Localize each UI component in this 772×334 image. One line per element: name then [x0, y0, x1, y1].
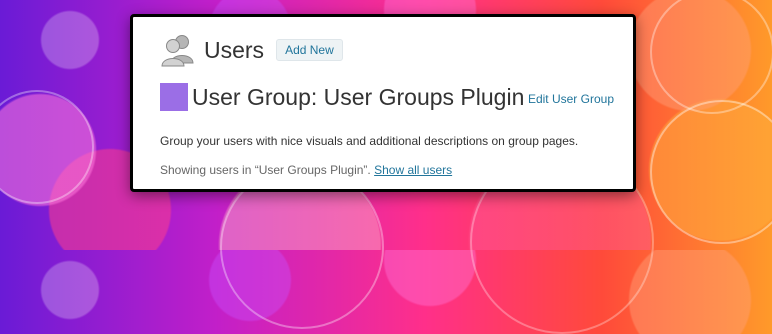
users-panel: Users Add New User Group: User Groups Pl… — [130, 14, 636, 192]
edit-user-group-link[interactable]: Edit User Group — [528, 92, 614, 106]
group-header: User Group: User Groups Plugin — [160, 83, 524, 111]
showing-label: Showing users in “User Groups Plugin”. — [160, 163, 375, 177]
users-icon — [160, 33, 196, 67]
showing-users-text: Showing users in “User Groups Plugin”. S… — [160, 163, 452, 177]
page-title: Users — [204, 36, 265, 63]
add-new-button[interactable]: Add New — [276, 39, 343, 61]
show-all-users-link[interactable]: Show all users — [374, 163, 452, 177]
bokeh-bubble — [650, 0, 772, 114]
group-title: User Group: User Groups Plugin — [192, 83, 525, 110]
group-color-swatch — [160, 83, 188, 111]
bokeh-bubble — [650, 100, 772, 244]
group-description: Group your users with nice visuals and a… — [160, 134, 579, 148]
users-header: Users Add New — [160, 33, 343, 67]
bokeh-bubble — [0, 90, 94, 204]
